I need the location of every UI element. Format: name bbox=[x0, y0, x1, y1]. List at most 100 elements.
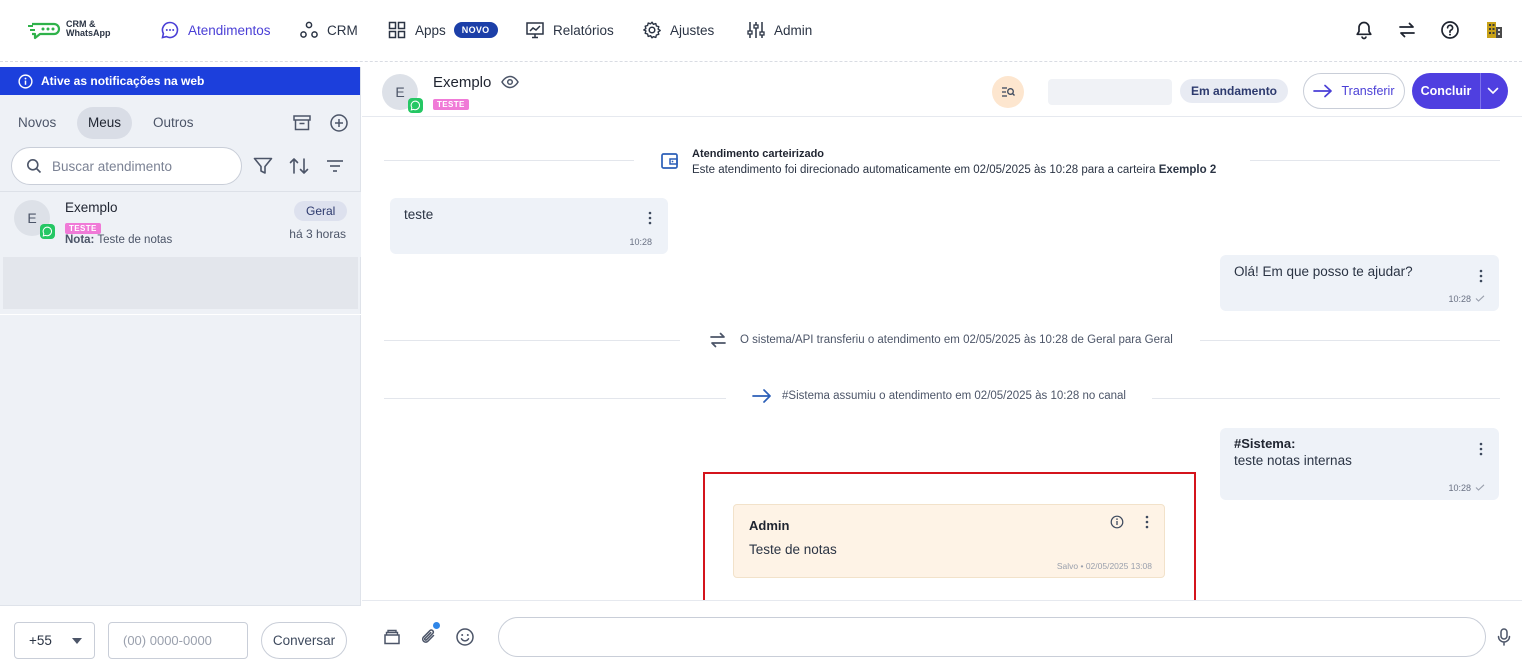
chat-contact-tag: TESTE bbox=[433, 95, 469, 110]
transfer-button-label: Transferir bbox=[1341, 84, 1395, 98]
quick-replies-icon[interactable] bbox=[382, 627, 402, 647]
brand-logo[interactable]: CRM & WhatsApp bbox=[28, 18, 111, 40]
swap-arrows-icon[interactable] bbox=[1397, 20, 1417, 40]
kebab-menu-icon[interactable] bbox=[648, 211, 652, 225]
chat-contact-name[interactable]: Exemplo bbox=[433, 74, 491, 91]
start-conversation-button[interactable]: Conversar bbox=[261, 622, 347, 659]
company-building-icon[interactable] bbox=[1484, 20, 1504, 40]
tab-outros[interactable]: Outros bbox=[142, 107, 205, 139]
contact-tag: TESTE bbox=[65, 219, 101, 234]
conclude-button[interactable]: Concluir bbox=[1412, 73, 1508, 109]
outgoing-message[interactable]: Olá! Em que posso te ajudar? 10:28 bbox=[1220, 255, 1499, 311]
nav-relatorios-label: Relatórios bbox=[553, 22, 614, 38]
note-text: Teste de notas bbox=[749, 542, 837, 557]
apps-grid-icon bbox=[388, 21, 406, 39]
archive-icon[interactable] bbox=[292, 113, 312, 133]
message-text: Olá! Em que posso te ajudar? bbox=[1234, 264, 1413, 279]
message-time: 10:28 bbox=[629, 237, 652, 247]
bell-icon[interactable] bbox=[1354, 20, 1374, 40]
message-time: 10:28 bbox=[1448, 483, 1471, 493]
top-navigation: CRM & WhatsApp Atendimentos CRM Apps NOV… bbox=[0, 0, 1522, 62]
conclude-button-label: Concluir bbox=[1420, 84, 1472, 98]
conversation-list-panel: Ative as notificações na web Novos Meus … bbox=[0, 67, 361, 668]
nav-admin-label: Admin bbox=[774, 22, 813, 38]
list-search-icon bbox=[1002, 87, 1015, 97]
chat-bubble-icon bbox=[161, 21, 179, 39]
filter-icon[interactable] bbox=[252, 155, 274, 177]
separator-line bbox=[1250, 160, 1500, 161]
kebab-menu-icon[interactable] bbox=[1145, 515, 1149, 529]
add-circle-icon[interactable] bbox=[329, 113, 349, 133]
help-circle-icon[interactable] bbox=[1440, 20, 1460, 40]
nav-apps[interactable]: Apps NOVO bbox=[387, 20, 498, 40]
message-text: teste bbox=[404, 207, 434, 222]
crm-nodes-icon bbox=[300, 21, 318, 38]
wallet-title: Atendimento carteirizado bbox=[692, 148, 825, 160]
tab-novos[interactable]: Novos bbox=[7, 107, 67, 139]
search-row bbox=[11, 147, 351, 185]
message-author: #Sistema: bbox=[1234, 436, 1296, 451]
wallet-text: Este atendimento foi direcionado automat… bbox=[692, 164, 1217, 176]
queue-select[interactable] bbox=[1048, 79, 1172, 105]
message-input[interactable] bbox=[498, 617, 1486, 657]
status-badge: Em andamento bbox=[1180, 79, 1289, 103]
nav-ajustes-label: Ajustes bbox=[670, 22, 715, 38]
sort-icon[interactable] bbox=[288, 155, 310, 177]
check-icon bbox=[1475, 295, 1485, 302]
search-input[interactable] bbox=[52, 158, 222, 174]
chat-header: E Exemplo TESTE Em andamento Transferir … bbox=[362, 67, 1522, 117]
contact-name: Exemplo bbox=[65, 200, 118, 215]
kebab-menu-icon[interactable] bbox=[1479, 442, 1483, 456]
nav-relatorios[interactable]: Relatórios bbox=[525, 20, 614, 40]
info-icon[interactable] bbox=[1110, 515, 1124, 529]
tab-meus[interactable]: Meus bbox=[77, 107, 133, 139]
country-code-value: +55 bbox=[29, 633, 52, 648]
transfer-button[interactable]: Transferir bbox=[1303, 73, 1405, 109]
conversation-item[interactable]: E Exemplo TESTE Nota: Teste de notas Ger… bbox=[0, 191, 361, 257]
arrow-right-icon bbox=[1313, 84, 1333, 98]
attachment-dot bbox=[433, 622, 440, 629]
outgoing-message[interactable]: #Sistema: teste notas internas 10:28 bbox=[1220, 428, 1499, 500]
sliders-icon bbox=[747, 22, 765, 38]
internal-note[interactable]: Admin Teste de notas Salvo • 02/05/2025 … bbox=[733, 504, 1165, 578]
paperclip-icon[interactable] bbox=[419, 627, 439, 647]
message-text: teste notas internas bbox=[1234, 453, 1352, 468]
conclude-divider bbox=[1480, 73, 1481, 109]
swap-arrows-icon bbox=[710, 332, 726, 348]
wallet-icon bbox=[661, 153, 678, 169]
phone-input[interactable] bbox=[108, 622, 248, 659]
search-icon bbox=[27, 159, 42, 174]
emoji-icon[interactable] bbox=[455, 627, 475, 647]
incoming-message[interactable]: teste 10:28 bbox=[390, 198, 668, 254]
info-icon bbox=[18, 73, 33, 89]
eye-icon[interactable] bbox=[501, 75, 519, 89]
search-messages-button[interactable] bbox=[992, 76, 1024, 108]
list-divider bbox=[0, 314, 361, 315]
message-list: Atendimento carteirizado Este atendiment… bbox=[362, 118, 1522, 604]
transfer-system-message: O sistema/API transferiu o atendimento e… bbox=[708, 330, 1173, 350]
brand-name: CRM & WhatsApp bbox=[66, 19, 111, 38]
nav-atendimentos[interactable]: Atendimentos bbox=[160, 20, 271, 40]
nav-crm-label: CRM bbox=[327, 22, 358, 38]
country-code-select[interactable]: +55 bbox=[14, 622, 95, 659]
conversation-time: há 3 horas bbox=[289, 227, 346, 241]
transfer-system-text: O sistema/API transferiu o atendimento e… bbox=[740, 334, 1173, 346]
nav-ajustes[interactable]: Ajustes bbox=[642, 20, 714, 40]
logo-icon bbox=[28, 22, 61, 40]
separator-line bbox=[1152, 398, 1500, 399]
microphone-icon[interactable] bbox=[1494, 627, 1514, 647]
notification-text: Ative as notificações na web bbox=[41, 74, 205, 88]
check-icon bbox=[1475, 484, 1485, 491]
whatsapp-icon bbox=[408, 98, 423, 113]
kebab-menu-icon[interactable] bbox=[1479, 269, 1483, 283]
list-filter-icon[interactable] bbox=[324, 155, 346, 177]
message-time: 10:28 bbox=[1448, 294, 1471, 304]
message-composer bbox=[362, 600, 1522, 668]
assume-system-text: #Sistema assumiu o atendimento em 02/05/… bbox=[782, 390, 1126, 402]
notification-bar[interactable]: Ative as notificações na web bbox=[0, 67, 360, 95]
nav-apps-label: Apps bbox=[415, 22, 446, 38]
nav-crm[interactable]: CRM bbox=[299, 20, 358, 40]
chevron-down-icon[interactable] bbox=[1487, 87, 1499, 95]
reports-chart-icon bbox=[526, 22, 544, 39]
nav-admin[interactable]: Admin bbox=[746, 20, 812, 40]
